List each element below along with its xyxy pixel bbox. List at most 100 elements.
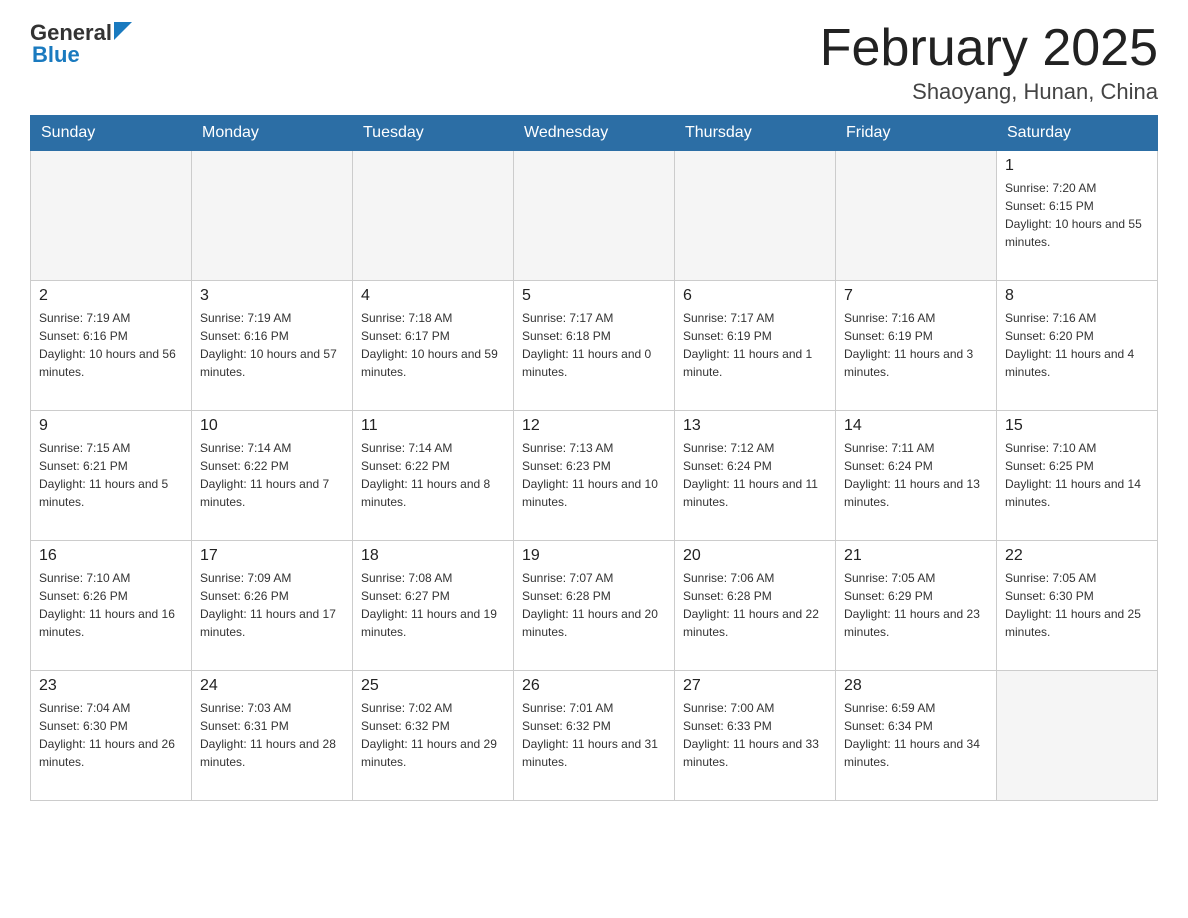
day-info: Sunrise: 7:18 AMSunset: 6:17 PMDaylight:…: [361, 309, 505, 381]
calendar-day-cell: [675, 151, 836, 281]
calendar-day-cell: 26 Sunrise: 7:01 AMSunset: 6:32 PMDayligh…: [514, 671, 675, 801]
day-info: Sunrise: 7:11 AMSunset: 6:24 PMDaylight:…: [844, 439, 988, 511]
day-info: Sunrise: 6:59 AMSunset: 6:34 PMDaylight:…: [844, 699, 988, 771]
calendar-subtitle: Shaoyang, Hunan, China: [820, 79, 1158, 105]
day-info: Sunrise: 7:00 AMSunset: 6:33 PMDaylight:…: [683, 699, 827, 771]
calendar-week-row: 9 Sunrise: 7:15 AMSunset: 6:21 PMDaylight…: [31, 411, 1158, 541]
calendar-day-cell: 21 Sunrise: 7:05 AMSunset: 6:29 PMDayligh…: [836, 541, 997, 671]
day-number: 11: [361, 417, 505, 435]
day-info: Sunrise: 7:14 AMSunset: 6:22 PMDaylight:…: [200, 439, 344, 511]
day-number: 17: [200, 547, 344, 565]
day-number: 9: [39, 417, 183, 435]
day-number: 27: [683, 677, 827, 695]
day-info: Sunrise: 7:20 AMSunset: 6:15 PMDaylight:…: [1005, 179, 1149, 251]
calendar-day-cell: 19 Sunrise: 7:07 AMSunset: 6:28 PMDayligh…: [514, 541, 675, 671]
day-number: 24: [200, 677, 344, 695]
calendar-day-cell: 27 Sunrise: 7:00 AMSunset: 6:33 PMDayligh…: [675, 671, 836, 801]
calendar-day-cell: 6 Sunrise: 7:17 AMSunset: 6:19 PMDaylight…: [675, 281, 836, 411]
logo-arrow-icon: [114, 22, 132, 40]
title-block: February 2025 Shaoyang, Hunan, China: [820, 20, 1158, 105]
day-info: Sunrise: 7:19 AMSunset: 6:16 PMDaylight:…: [200, 309, 344, 381]
day-info: Sunrise: 7:03 AMSunset: 6:31 PMDaylight:…: [200, 699, 344, 771]
page-header: General Blue February 2025 Shaoyang, Hun…: [30, 20, 1158, 105]
calendar-week-row: 23Sunrise: 7:04 AMSunset: 6:30 PMDayligh…: [31, 671, 1158, 801]
calendar-day-cell: 8 Sunrise: 7:16 AMSunset: 6:20 PMDaylight…: [997, 281, 1158, 411]
weekday-header: Sunday: [31, 116, 192, 151]
day-info: Sunrise: 7:01 AMSunset: 6:32 PMDaylight:…: [522, 699, 666, 771]
day-number: 7: [844, 287, 988, 305]
day-info: Sunrise: 7:05 AMSunset: 6:29 PMDaylight:…: [844, 569, 988, 641]
calendar-day-cell: 20 Sunrise: 7:06 AMSunset: 6:28 PMDayligh…: [675, 541, 836, 671]
day-number: 6: [683, 287, 827, 305]
weekday-header: Friday: [836, 116, 997, 151]
calendar-day-cell: 16 Sunrise: 7:10 AMSunset: 6:26 PMDayligh…: [31, 541, 192, 671]
day-info: Sunrise: 7:08 AMSunset: 6:27 PMDaylight:…: [361, 569, 505, 641]
day-info: Sunrise: 7:10 AMSunset: 6:25 PMDaylight:…: [1005, 439, 1149, 511]
day-number: 10: [200, 417, 344, 435]
day-info: Sunrise: 7:15 AMSunset: 6:21 PMDaylight:…: [39, 439, 183, 511]
calendar-day-cell: [353, 151, 514, 281]
calendar-week-row: 16 Sunrise: 7:10 AMSunset: 6:26 PMDayligh…: [31, 541, 1158, 671]
day-number: 18: [361, 547, 505, 565]
day-info: Sunrise: 7:06 AMSunset: 6:28 PMDaylight:…: [683, 569, 827, 641]
calendar-day-cell: 1 Sunrise: 7:20 AMSunset: 6:15 PMDaylight…: [997, 151, 1158, 281]
day-number: 1: [1005, 157, 1149, 175]
weekday-header: Tuesday: [353, 116, 514, 151]
day-info: Sunrise: 7:17 AMSunset: 6:19 PMDaylight:…: [683, 309, 827, 381]
day-info: Sunrise: 7:16 AMSunset: 6:19 PMDaylight:…: [844, 309, 988, 381]
day-info: Sunrise: 7:12 AMSunset: 6:24 PMDaylight:…: [683, 439, 827, 511]
calendar-day-cell: 17 Sunrise: 7:09 AMSunset: 6:26 PMDayligh…: [192, 541, 353, 671]
weekday-header: Thursday: [675, 116, 836, 151]
day-number: 16: [39, 547, 183, 565]
calendar-day-cell: [997, 671, 1158, 801]
calendar-week-row: 2 Sunrise: 7:19 AMSunset: 6:16 PMDaylight…: [31, 281, 1158, 411]
day-info: Sunrise: 7:13 AMSunset: 6:23 PMDaylight:…: [522, 439, 666, 511]
calendar-day-cell: 25Sunrise: 7:02 AMSunset: 6:32 PMDayligh…: [353, 671, 514, 801]
day-number: 13: [683, 417, 827, 435]
day-info: Sunrise: 7:07 AMSunset: 6:28 PMDaylight:…: [522, 569, 666, 641]
day-number: 22: [1005, 547, 1149, 565]
day-number: 2: [39, 287, 183, 305]
calendar-day-cell: 23Sunrise: 7:04 AMSunset: 6:30 PMDayligh…: [31, 671, 192, 801]
day-info: Sunrise: 7:16 AMSunset: 6:20 PMDaylight:…: [1005, 309, 1149, 381]
calendar-header: SundayMondayTuesdayWednesdayThursdayFrid…: [31, 116, 1158, 151]
day-number: 12: [522, 417, 666, 435]
day-number: 21: [844, 547, 988, 565]
day-number: 28: [844, 677, 988, 695]
header-row: SundayMondayTuesdayWednesdayThursdayFrid…: [31, 116, 1158, 151]
calendar-day-cell: 15 Sunrise: 7:10 AMSunset: 6:25 PMDayligh…: [997, 411, 1158, 541]
calendar-day-cell: 28 Sunrise: 6:59 AMSunset: 6:34 PMDayligh…: [836, 671, 997, 801]
calendar-day-cell: 2 Sunrise: 7:19 AMSunset: 6:16 PMDaylight…: [31, 281, 192, 411]
day-number: 4: [361, 287, 505, 305]
day-number: 26: [522, 677, 666, 695]
calendar-day-cell: [192, 151, 353, 281]
calendar-day-cell: 14 Sunrise: 7:11 AMSunset: 6:24 PMDayligh…: [836, 411, 997, 541]
calendar-day-cell: 7 Sunrise: 7:16 AMSunset: 6:19 PMDaylight…: [836, 281, 997, 411]
day-number: 20: [683, 547, 827, 565]
day-number: 8: [1005, 287, 1149, 305]
calendar-day-cell: 13 Sunrise: 7:12 AMSunset: 6:24 PMDayligh…: [675, 411, 836, 541]
day-number: 5: [522, 287, 666, 305]
calendar-day-cell: [514, 151, 675, 281]
day-info: Sunrise: 7:19 AMSunset: 6:16 PMDaylight:…: [39, 309, 183, 381]
calendar-day-cell: 3Sunrise: 7:19 AMSunset: 6:16 PMDaylight…: [192, 281, 353, 411]
day-info: Sunrise: 7:10 AMSunset: 6:26 PMDaylight:…: [39, 569, 183, 641]
calendar-day-cell: 22 Sunrise: 7:05 AMSunset: 6:30 PMDayligh…: [997, 541, 1158, 671]
calendar-day-cell: 4 Sunrise: 7:18 AMSunset: 6:17 PMDaylight…: [353, 281, 514, 411]
day-number: 19: [522, 547, 666, 565]
calendar-day-cell: 11 Sunrise: 7:14 AMSunset: 6:22 PMDayligh…: [353, 411, 514, 541]
calendar-week-row: 1 Sunrise: 7:20 AMSunset: 6:15 PMDaylight…: [31, 151, 1158, 281]
calendar-day-cell: 18 Sunrise: 7:08 AMSunset: 6:27 PMDayligh…: [353, 541, 514, 671]
day-number: 15: [1005, 417, 1149, 435]
day-info: Sunrise: 7:04 AMSunset: 6:30 PMDaylight:…: [39, 699, 183, 771]
logo: General Blue: [30, 20, 132, 66]
weekday-header: Wednesday: [514, 116, 675, 151]
logo-blue-text: Blue: [30, 44, 132, 66]
weekday-header: Saturday: [997, 116, 1158, 151]
day-info: Sunrise: 7:05 AMSunset: 6:30 PMDaylight:…: [1005, 569, 1149, 641]
day-number: 14: [844, 417, 988, 435]
day-info: Sunrise: 7:09 AMSunset: 6:26 PMDaylight:…: [200, 569, 344, 641]
calendar-day-cell: 10 Sunrise: 7:14 AMSunset: 6:22 PMDayligh…: [192, 411, 353, 541]
day-info: Sunrise: 7:14 AMSunset: 6:22 PMDaylight:…: [361, 439, 505, 511]
calendar-day-cell: [836, 151, 997, 281]
